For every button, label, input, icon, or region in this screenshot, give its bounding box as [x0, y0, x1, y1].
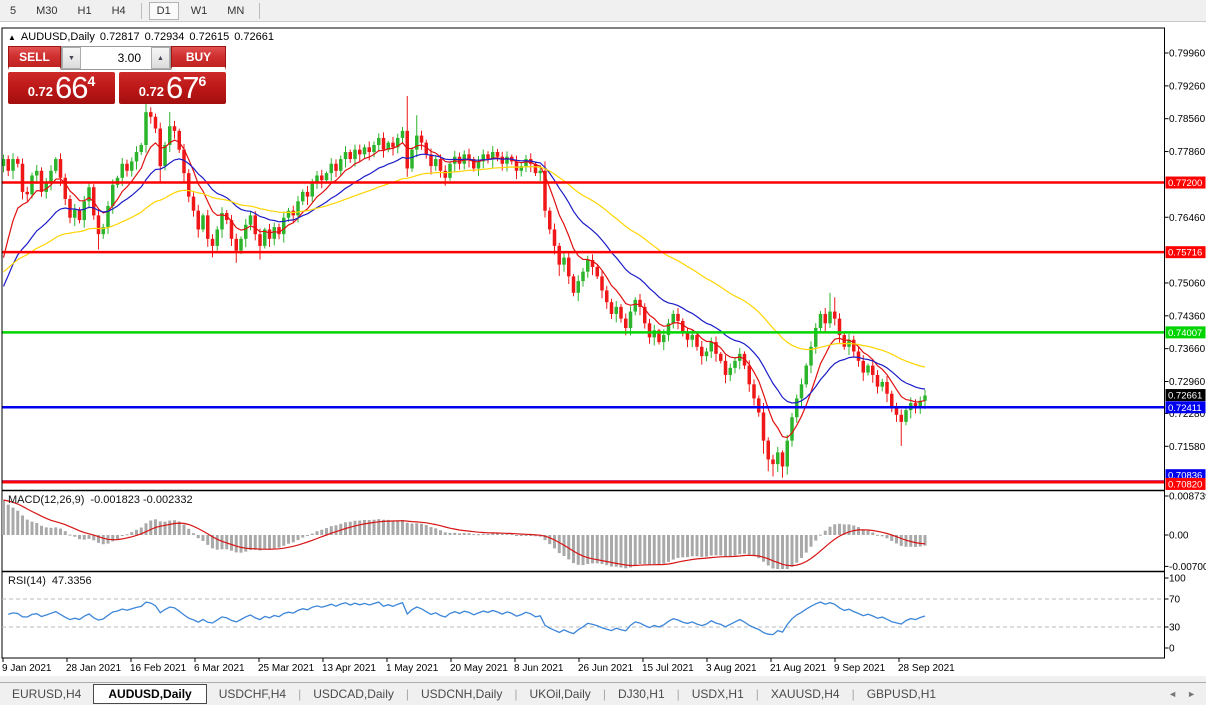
chart-tab-eurusd-h4[interactable]: EURUSD,H4: [0, 685, 93, 703]
buy-price-pip: 6: [198, 73, 207, 89]
tab-scroll-right-icon[interactable]: ►: [1187, 689, 1196, 699]
date-label: 28 Sep 2021: [898, 663, 955, 674]
price-line-badge: 0.75716: [1168, 248, 1202, 259]
volume-decrement-button[interactable]: ▼: [62, 47, 81, 69]
volume-increment-button[interactable]: ▲: [151, 47, 170, 69]
macd-header: MACD(12,26,9) -0.001823 -0.002332: [8, 494, 193, 506]
buy-price-display[interactable]: 0.72 67 6: [119, 72, 226, 104]
rsi-header: RSI(14) 47.3356: [8, 575, 92, 587]
macd-axis-label: 0.00: [1169, 531, 1189, 542]
time-axis[interactable]: 9 Jan 2021 28 Jan 2021 16 Feb 2021 6 Mar 20…: [2, 658, 1165, 676]
price-tick-label: 0.79260: [1169, 81, 1206, 92]
rsi-axis-label: 100: [1169, 574, 1186, 585]
chart-tab-usdchf-h4[interactable]: USDCHF,H4: [207, 685, 298, 703]
tab-scroll-left-icon[interactable]: ◄: [1168, 689, 1177, 699]
trading-app: 5 M30 H1 H4 D1 W1 MN 0.79960 0.79260 0.78560 0.77…: [0, 0, 1206, 705]
price-tick-label: 0.79960: [1169, 49, 1206, 60]
date-label: 15 Jul 2021: [642, 663, 694, 674]
rsi-axis-label: 30: [1169, 623, 1181, 634]
ohlc-open: 0.72817: [99, 31, 140, 43]
macd-values: -0.001823 -0.002332: [90, 494, 193, 506]
rsi-axis-label: 0: [1169, 644, 1175, 655]
sell-price-display[interactable]: 0.72 66 4: [8, 72, 115, 104]
macd-axis-label: -0.00700: [1169, 562, 1206, 573]
date-label: 6 Mar 2021: [194, 663, 245, 674]
volume-spinner: ▼ ▲: [61, 46, 171, 70]
price-line-badge: 0.77200: [1168, 178, 1202, 189]
price-line-badge: 0.72411: [1168, 403, 1202, 414]
date-label: 9 Jan 2021: [2, 663, 52, 674]
price-tick-label: 0.72960: [1169, 377, 1206, 388]
date-label: 9 Sep 2021: [834, 663, 886, 674]
chart-tab-xauusd-h4[interactable]: XAUUSD,H4: [759, 685, 852, 703]
date-label: 21 Aug 2021: [770, 663, 827, 674]
price-tick-label: 0.76460: [1169, 213, 1206, 224]
date-label: 16 Feb 2021: [130, 663, 187, 674]
sell-price-big: 66: [55, 70, 88, 105]
date-label: 28 Jan 2021: [66, 663, 121, 674]
rsi-axis-label: 70: [1169, 595, 1181, 606]
price-tick-label: 0.73660: [1169, 344, 1206, 355]
symbol-timeframe-label: AUDUSD,Daily: [20, 31, 95, 43]
price-line-badge: 0.74007: [1168, 328, 1202, 339]
price-tick-label: 0.71580: [1169, 442, 1206, 453]
date-label: 3 Aug 2021: [706, 663, 757, 674]
price-line-badge: 0.70820: [1168, 479, 1202, 490]
price-tick-label: 0.74360: [1169, 311, 1206, 322]
tab-scroll-nav: ◄ ►: [1168, 689, 1206, 699]
price-axis[interactable]: 0.79960 0.79260 0.78560 0.77860 0.76460 0.750…: [1164, 28, 1206, 658]
chart-title: ▲ AUDUSD,Daily 0.72817 0.72934 0.72615 0…: [8, 31, 274, 43]
macd-axis-label: 0.008739: [1169, 491, 1206, 502]
chart-tab-usdcad-daily[interactable]: USDCAD,Daily: [301, 685, 406, 703]
date-label: 20 May 2021: [450, 663, 508, 674]
collapse-panel-icon[interactable]: ▲: [8, 33, 16, 42]
chart-tab-usdx-h1[interactable]: USDX,H1: [680, 685, 756, 703]
sell-button[interactable]: SELL: [8, 46, 61, 70]
chart-tab-gbpusd-h1[interactable]: GBPUSD,H1: [855, 685, 948, 703]
buy-price-base: 0.72: [138, 84, 165, 99]
price-tick-label: 0.78560: [1169, 114, 1206, 125]
chart-tab-dj30-h1[interactable]: DJ30,H1: [606, 685, 677, 703]
price-tick-label: 0.77860: [1169, 147, 1206, 158]
volume-input[interactable]: [81, 47, 151, 69]
sell-price-base: 0.72: [27, 84, 54, 99]
chart-tab-bar: EURUSD,H4 AUDUSD,Daily USDCHF,H4 | USDCAD,Da…: [0, 682, 1206, 705]
chart-tab-usdcnh-daily[interactable]: USDCNH,Daily: [409, 685, 514, 703]
ohlc-low: 0.72615: [189, 31, 230, 43]
chart-tab-audusd-daily[interactable]: AUDUSD,Daily: [93, 684, 207, 704]
current-price-badge: 0.72661: [1168, 391, 1202, 402]
buy-button[interactable]: BUY: [171, 46, 226, 70]
rsi-name: RSI(14): [8, 575, 46, 587]
chart-tab-ukoil-daily[interactable]: UKOil,Daily: [517, 685, 602, 703]
ohlc-high: 0.72934: [144, 31, 185, 43]
sell-price-pip: 4: [87, 73, 96, 89]
date-label: 1 May 2021: [386, 663, 439, 674]
date-label: 26 Jun 2021: [578, 663, 633, 674]
date-label: 13 Apr 2021: [322, 663, 376, 674]
buy-price-big: 67: [166, 70, 199, 105]
date-label: 8 Jun 2021: [514, 663, 564, 674]
rsi-value: 47.3356: [51, 575, 92, 587]
macd-name: MACD(12,26,9): [8, 494, 85, 506]
ohlc-close: 0.72661: [234, 31, 274, 43]
one-click-trade-panel: SELL ▼ ▲ BUY 0.72 66 4 0.72 67 6: [8, 46, 226, 104]
date-label: 25 Mar 2021: [258, 663, 315, 674]
price-tick-label: 0.75060: [1169, 278, 1206, 289]
